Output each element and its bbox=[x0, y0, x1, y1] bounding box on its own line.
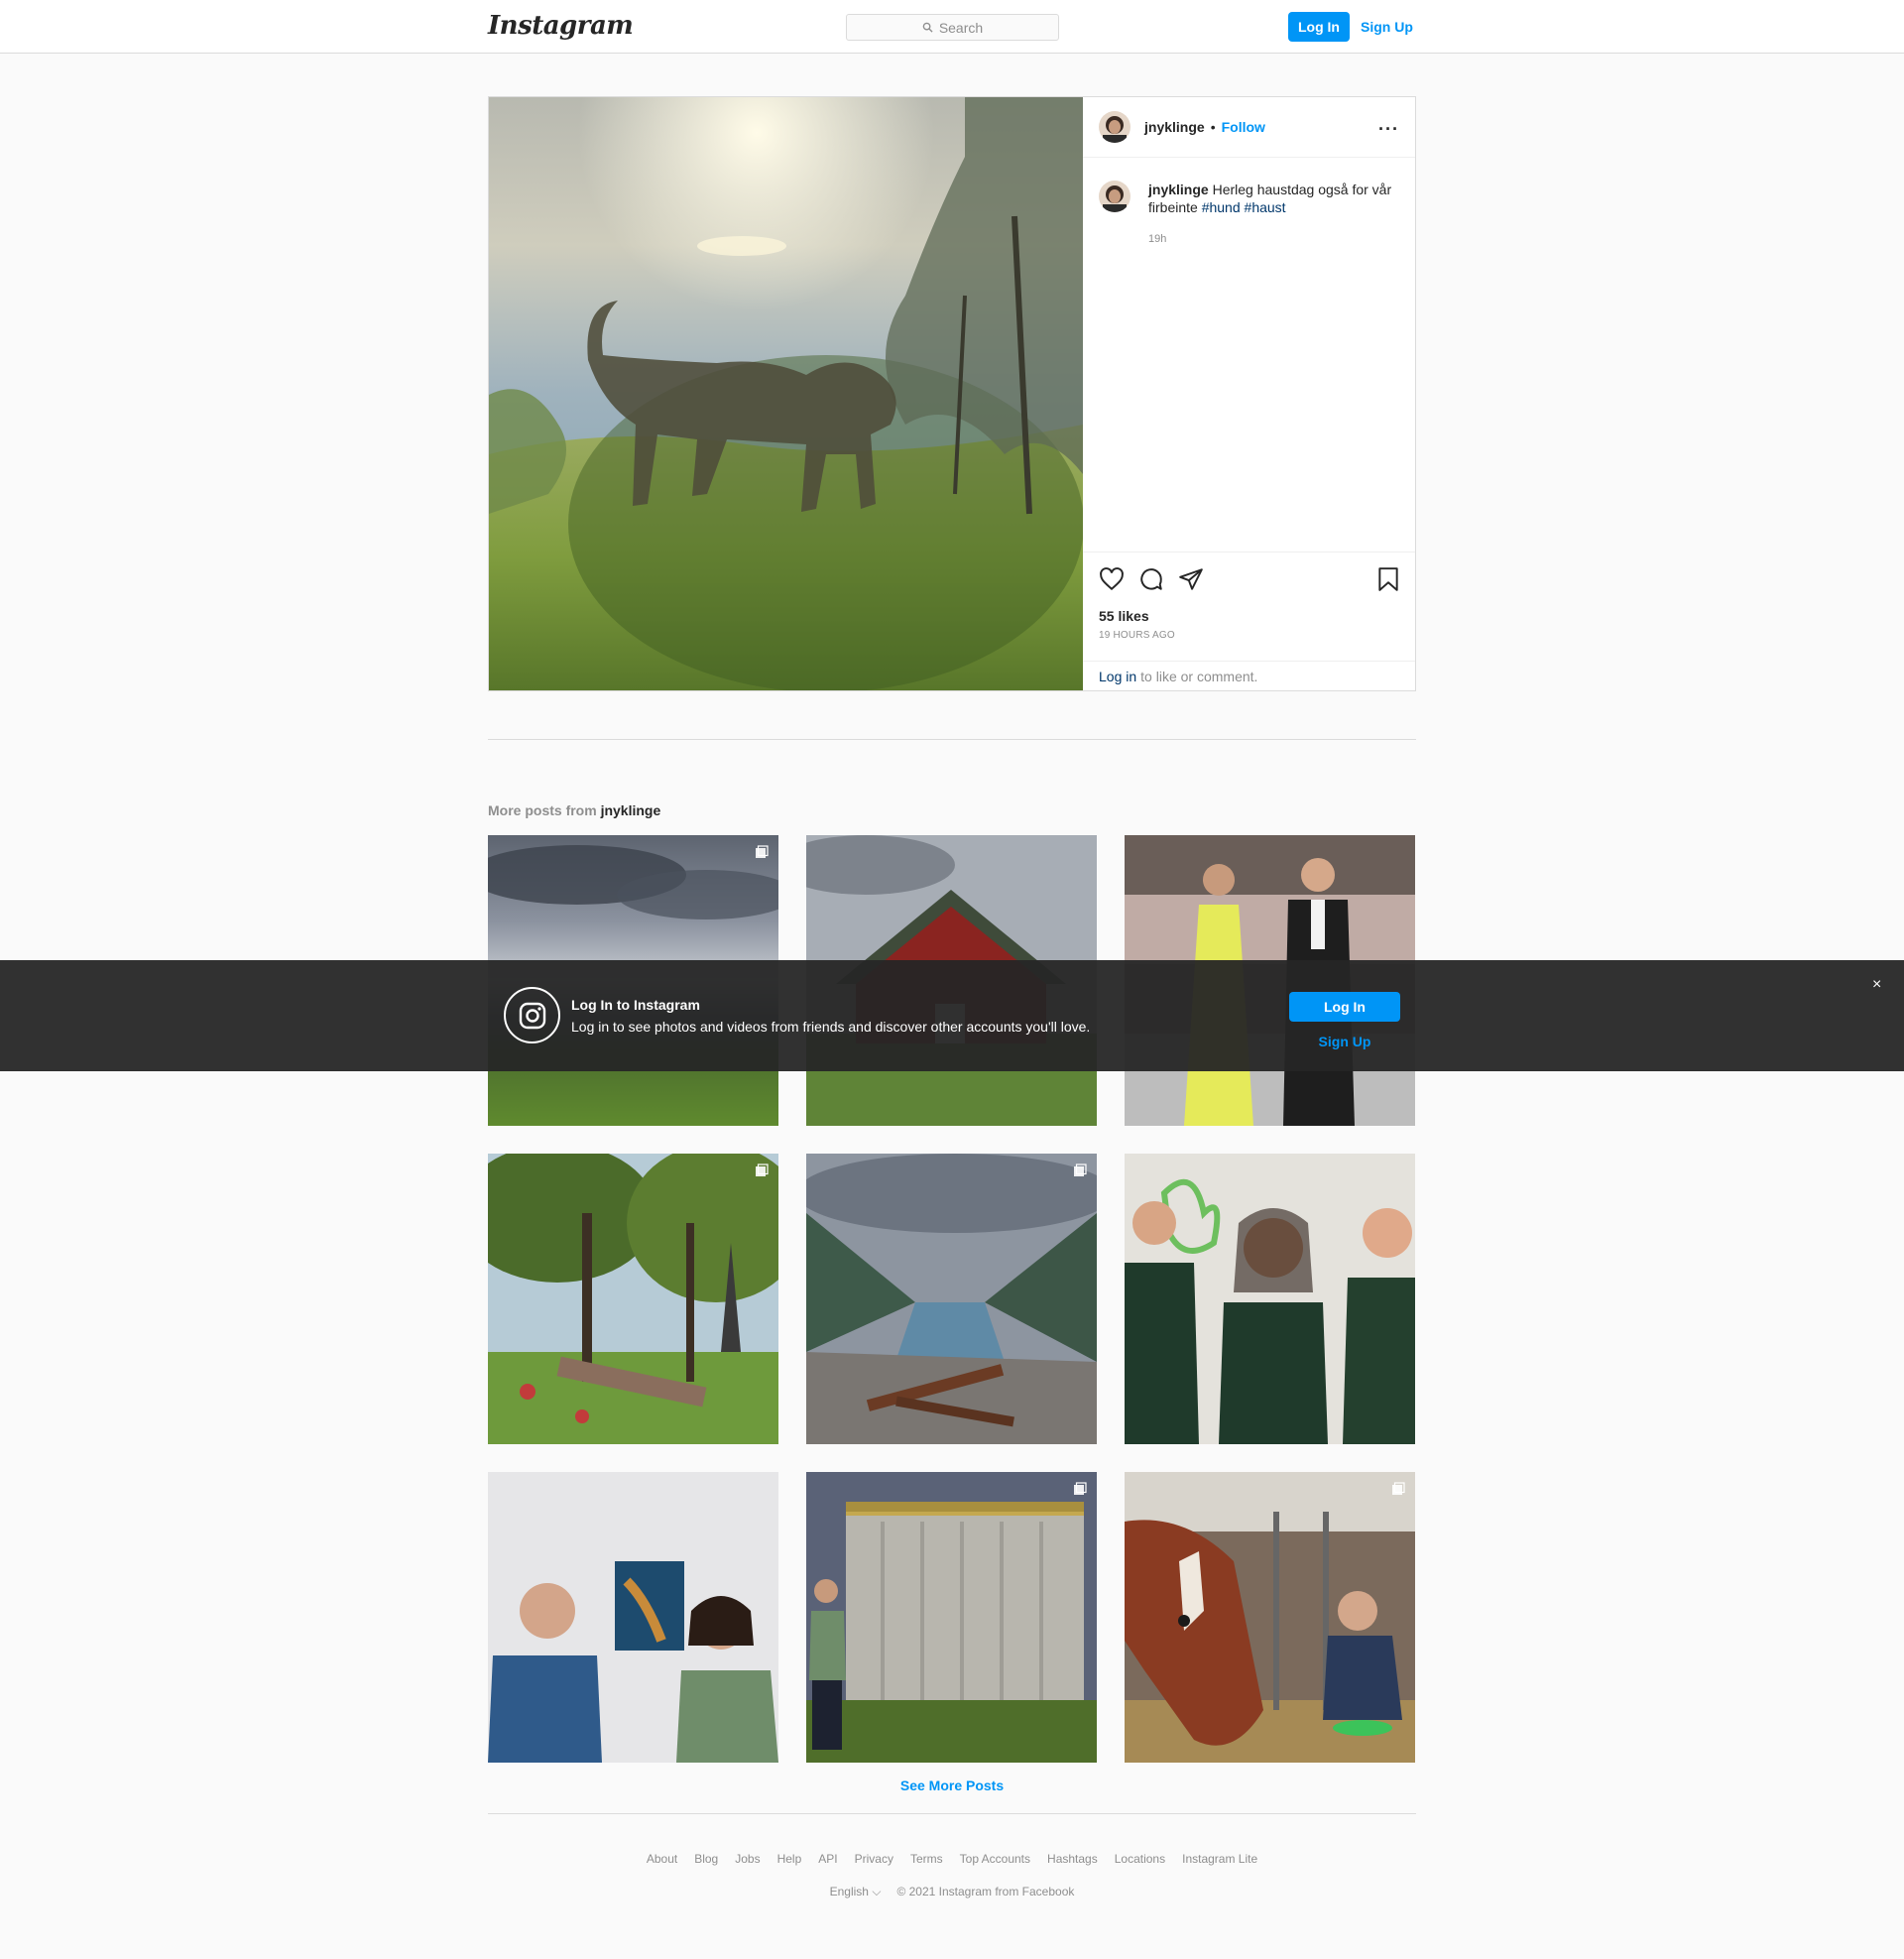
search-icon bbox=[922, 22, 933, 33]
banner-title: Log In to Instagram bbox=[571, 997, 700, 1013]
see-more-posts-link[interactable]: See More Posts bbox=[0, 1777, 1904, 1793]
post-thumbnail[interactable] bbox=[1125, 1472, 1415, 1763]
search-placeholder: Search bbox=[938, 19, 984, 36]
footer-links: About Blog Jobs Help API Privacy Terms T… bbox=[0, 1852, 1904, 1866]
follow-button[interactable]: Follow bbox=[1222, 119, 1265, 135]
multiple-photos-icon bbox=[1074, 1163, 1087, 1176]
post-timestamp: 19 HOURS AGO bbox=[1099, 630, 1175, 641]
footer-link-jobs[interactable]: Jobs bbox=[735, 1852, 760, 1866]
post-thumbnail[interactable] bbox=[806, 1154, 1097, 1444]
login-banner: Log In to Instagram Log in to see photos… bbox=[0, 960, 1904, 1071]
footer-link-terms[interactable]: Terms bbox=[910, 1852, 943, 1866]
post-thumbnail[interactable] bbox=[488, 1154, 778, 1444]
footer-link-top-accounts[interactable]: Top Accounts bbox=[960, 1852, 1030, 1866]
post-username[interactable]: jnyklinge bbox=[1144, 119, 1205, 135]
post-thumbnail[interactable] bbox=[488, 1472, 778, 1763]
login-link[interactable]: Log in bbox=[1099, 669, 1136, 684]
hashtag-link[interactable]: #haust bbox=[1245, 199, 1286, 215]
dog-by-lake-photo bbox=[489, 97, 1083, 690]
divider bbox=[488, 1813, 1416, 1814]
multiple-photos-icon bbox=[1392, 1482, 1405, 1495]
language-select[interactable]: English ⌵ bbox=[830, 1885, 882, 1899]
footer-link-privacy[interactable]: Privacy bbox=[855, 1852, 893, 1866]
avatar[interactable] bbox=[1099, 181, 1130, 212]
footer-link-instagram-lite[interactable]: Instagram Lite bbox=[1182, 1852, 1257, 1866]
multiple-photos-icon bbox=[756, 845, 769, 858]
hashtag-link[interactable]: #hund bbox=[1202, 199, 1241, 215]
banner-subtitle: Log in to see photos and videos from fri… bbox=[571, 1019, 1091, 1035]
footer-link-blog[interactable]: Blog bbox=[694, 1852, 718, 1866]
divider bbox=[488, 739, 1416, 740]
footer-bottom: English ⌵ © 2021 Instagram from Facebook bbox=[0, 1885, 1904, 1899]
post-thumbnail[interactable] bbox=[1125, 1154, 1415, 1444]
caption-text: jnyklinge Herleg haustdag også for vår f… bbox=[1148, 181, 1401, 248]
login-to-comment: Log in to like or comment. bbox=[1083, 661, 1415, 691]
post-thumbnail[interactable] bbox=[806, 1472, 1097, 1763]
caption-time: 19h bbox=[1148, 233, 1167, 245]
login-suffix: to like or comment. bbox=[1140, 669, 1258, 684]
likes-count[interactable]: 55 likes bbox=[1099, 608, 1149, 624]
caption-username[interactable]: jnyklinge bbox=[1148, 182, 1209, 197]
more-posts-title: More posts from jnyklinge bbox=[488, 802, 660, 818]
instagram-glyph-icon bbox=[504, 987, 560, 1043]
more-options-icon[interactable]: ··· bbox=[1378, 119, 1399, 140]
footer-link-help[interactable]: Help bbox=[777, 1852, 802, 1866]
footer-link-locations[interactable]: Locations bbox=[1115, 1852, 1165, 1866]
comment-icon[interactable] bbox=[1138, 566, 1164, 592]
caption: jnyklinge Herleg haustdag også for vår f… bbox=[1099, 181, 1401, 248]
footer-link-about[interactable]: About bbox=[647, 1852, 677, 1866]
header-login-button[interactable]: Log In bbox=[1288, 12, 1350, 42]
copyright: © 2021 Instagram from Facebook bbox=[896, 1885, 1075, 1898]
share-icon[interactable] bbox=[1178, 566, 1204, 592]
heart-icon[interactable] bbox=[1099, 566, 1125, 592]
avatar[interactable] bbox=[1099, 111, 1130, 143]
search-input[interactable]: Search bbox=[846, 14, 1059, 41]
footer-link-api[interactable]: API bbox=[818, 1852, 837, 1866]
bookmark-icon[interactable] bbox=[1375, 566, 1401, 592]
banner-signup-link[interactable]: Sign Up bbox=[1289, 1034, 1400, 1049]
top-nav-bar: Instagram Search Log In Sign Up bbox=[0, 0, 1904, 54]
separator-dot: • bbox=[1210, 119, 1216, 135]
language-label: English bbox=[829, 1885, 869, 1898]
chevron-down-icon: ⌵ bbox=[872, 1885, 882, 1898]
footer-link-hashtags[interactable]: Hashtags bbox=[1047, 1852, 1098, 1866]
post-actions: 55 likes 19 HOURS AGO Log in to like or … bbox=[1083, 551, 1415, 690]
post-sidebar: jnyklinge • Follow ··· jnyklinge Herleg … bbox=[1083, 97, 1415, 690]
post-header: jnyklinge • Follow ··· bbox=[1083, 97, 1415, 158]
close-icon[interactable]: × bbox=[1872, 976, 1881, 994]
more-posts-prefix: More posts from bbox=[488, 802, 597, 818]
multiple-photos-icon bbox=[1074, 1482, 1087, 1495]
post-card: jnyklinge • Follow ··· jnyklinge Herleg … bbox=[488, 96, 1416, 691]
more-posts-user[interactable]: jnyklinge bbox=[601, 802, 661, 818]
post-photo[interactable] bbox=[489, 97, 1083, 690]
multiple-photos-icon bbox=[756, 1163, 769, 1176]
header-signup-link[interactable]: Sign Up bbox=[1361, 12, 1413, 42]
instagram-logo[interactable]: Instagram bbox=[488, 11, 634, 41]
banner-login-button[interactable]: Log In bbox=[1289, 992, 1400, 1022]
